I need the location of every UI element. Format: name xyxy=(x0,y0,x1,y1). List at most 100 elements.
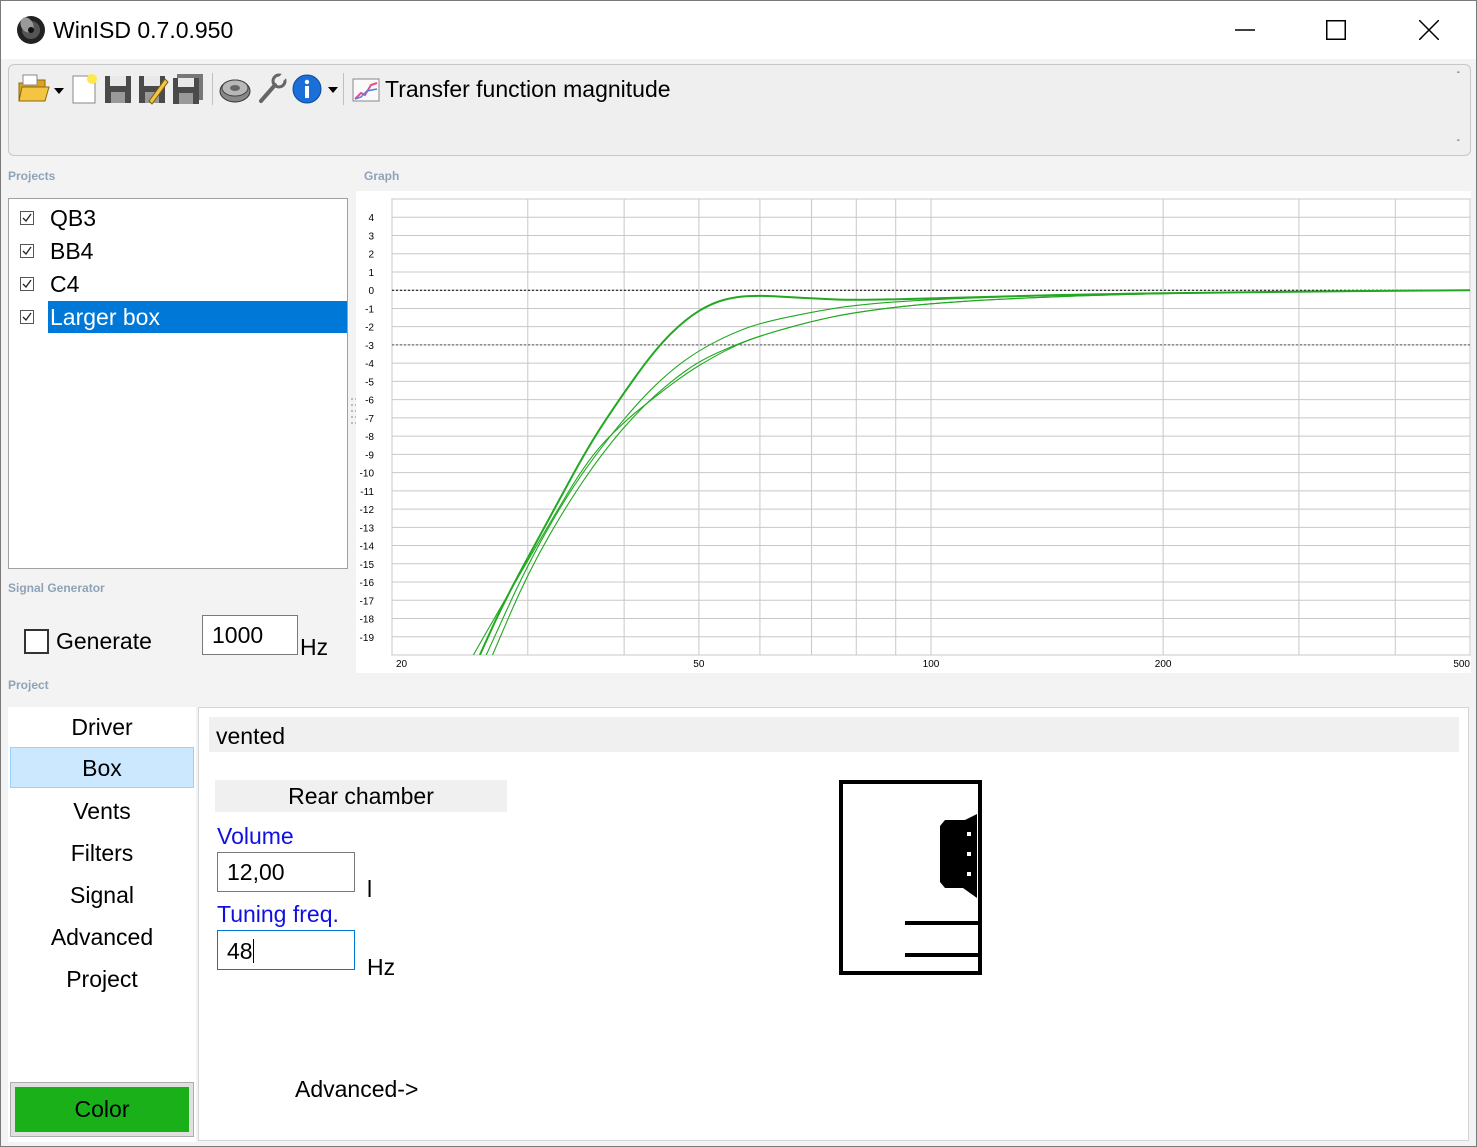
box-diagram-icon xyxy=(839,780,982,975)
project-item-label[interactable]: QB3 xyxy=(48,202,98,234)
y-tick-label: 0 xyxy=(368,286,374,297)
y-tick-label: -2 xyxy=(365,323,374,334)
toolbar-separator xyxy=(212,73,213,105)
window-title: WinISD 0.7.0.950 xyxy=(53,17,234,43)
wrench-icon xyxy=(259,73,287,103)
save-as-button[interactable] xyxy=(136,71,170,107)
info-button[interactable] xyxy=(290,71,340,107)
project-nav: Driver Box Vents Filters Signal Advanced… xyxy=(8,707,196,1142)
check-icon xyxy=(22,312,32,322)
generate-checkbox[interactable] xyxy=(24,629,49,654)
close-button[interactable] xyxy=(1383,1,1475,59)
project-item-label[interactable]: Larger box xyxy=(48,301,347,333)
y-tick-label: -15 xyxy=(360,560,375,571)
check-icon xyxy=(22,246,32,256)
response-chart[interactable]: 4 3 2 1 0 -1 -2 -3 -4 -5 -6 -7 -8 -9 -10 -11 -12 -13 -14 -1… xyxy=(356,191,1471,673)
project-checkbox[interactable] xyxy=(20,211,34,225)
y-tick-label: -9 xyxy=(365,450,374,461)
generate-label[interactable]: Generate xyxy=(56,628,152,655)
y-tick-label: -3 xyxy=(365,341,374,352)
x-tick-label: 20 xyxy=(396,659,408,670)
project-item-larger-box[interactable]: Larger box xyxy=(9,300,347,333)
tuning-freq-unit: Hz xyxy=(367,954,396,980)
open-folder-button[interactable] xyxy=(17,71,65,107)
minimize-icon xyxy=(1235,29,1255,31)
volume-label: Volume xyxy=(217,823,294,849)
graph-type-label[interactable]: Transfer function magnitude xyxy=(385,76,671,103)
tuning-freq-value: 48 xyxy=(227,938,253,964)
vented-box-diagram xyxy=(839,780,984,981)
project-checkbox[interactable] xyxy=(20,310,34,324)
settings-button[interactable] xyxy=(254,71,288,107)
maximize-icon xyxy=(1326,20,1346,40)
driver-button[interactable] xyxy=(218,71,252,107)
projects-list[interactable]: QB3 BB4 C4 Larger box xyxy=(8,198,348,569)
tuning-freq-label: Tuning freq. xyxy=(217,901,339,927)
nav-vents[interactable]: Vents xyxy=(10,791,194,832)
response-graph[interactable]: 4 3 2 1 0 -1 -2 -3 -4 -5 -6 -7 -8 -9 -10 -11 -12 -13 -14 -1… xyxy=(356,191,1471,673)
save-as-icon xyxy=(139,76,169,105)
x-tick-label: 200 xyxy=(1155,659,1172,670)
project-item-bb4[interactable]: BB4 xyxy=(9,234,347,267)
generator-frequency-unit: Hz xyxy=(300,634,329,660)
y-tick-label: -10 xyxy=(360,469,375,480)
y-tick-label: -17 xyxy=(360,596,375,607)
new-project-icon xyxy=(72,74,97,104)
nav-project[interactable]: Project xyxy=(10,959,194,1000)
nav-driver[interactable]: Driver xyxy=(10,707,194,748)
x-tick-label: 100 xyxy=(923,659,940,670)
box-type-selector[interactable]: vented xyxy=(209,717,1459,752)
project-item-label[interactable]: BB4 xyxy=(48,235,95,267)
nav-box[interactable]: Box xyxy=(10,747,194,788)
y-tick-label: -12 xyxy=(360,505,375,516)
y-tick-label: -18 xyxy=(360,615,375,626)
project-checkbox[interactable] xyxy=(20,244,34,258)
nav-filters[interactable]: Filters xyxy=(10,833,194,874)
volume-input[interactable] xyxy=(217,852,355,892)
x-tick-label: 50 xyxy=(693,659,705,670)
project-item-qb3[interactable]: QB3 xyxy=(9,201,347,234)
open-folder-icon xyxy=(18,74,64,102)
title-bar: WinISD 0.7.0.950 xyxy=(1,1,1476,59)
driver-icon xyxy=(219,79,251,103)
y-tick-label: -14 xyxy=(360,542,375,553)
info-icon xyxy=(292,74,338,104)
project-item-c4[interactable]: C4 xyxy=(9,267,347,300)
new-project-button[interactable] xyxy=(67,71,101,107)
advanced-link[interactable]: Advanced-> xyxy=(295,1076,418,1103)
save-icon xyxy=(105,76,131,103)
y-tick-label: 4 xyxy=(368,213,374,224)
toolbar-separator xyxy=(343,73,344,105)
project-item-label[interactable]: C4 xyxy=(48,268,81,300)
x-tick-label: 500 xyxy=(1453,659,1470,670)
check-icon xyxy=(22,279,32,289)
y-tick-label: 3 xyxy=(368,231,374,242)
graph-type-button[interactable] xyxy=(349,71,383,107)
signal-generator-section-label: Signal Generator xyxy=(8,581,105,595)
toolbar: Transfer function magnitude - - xyxy=(8,64,1471,156)
project-checkbox[interactable] xyxy=(20,277,34,291)
y-tick-label: 2 xyxy=(368,250,374,261)
text-caret xyxy=(252,939,254,963)
nav-signal[interactable]: Signal xyxy=(10,875,194,916)
y-tick-label: -7 xyxy=(365,414,374,425)
close-icon xyxy=(1419,20,1439,40)
y-tick-label: -8 xyxy=(365,432,374,443)
minimize-button[interactable] xyxy=(1199,1,1291,59)
nav-advanced[interactable]: Advanced xyxy=(10,917,194,958)
y-tick-label: -13 xyxy=(360,523,375,534)
save-all-icon xyxy=(173,74,203,104)
color-button[interactable]: Color xyxy=(10,1082,194,1137)
save-all-button[interactable] xyxy=(171,71,205,107)
chart-icon xyxy=(352,78,380,102)
tuning-freq-input[interactable]: 48 xyxy=(217,930,355,970)
y-tick-label: -19 xyxy=(360,633,375,644)
toolbar-grip: - xyxy=(1456,135,1460,146)
app-logo-icon xyxy=(15,13,47,45)
generator-frequency-input[interactable] xyxy=(202,615,298,655)
y-tick-label: -4 xyxy=(365,359,374,370)
maximize-button[interactable] xyxy=(1290,1,1382,59)
y-tick-label: -11 xyxy=(360,487,374,498)
volume-unit: l xyxy=(367,876,373,902)
save-button[interactable] xyxy=(101,71,135,107)
